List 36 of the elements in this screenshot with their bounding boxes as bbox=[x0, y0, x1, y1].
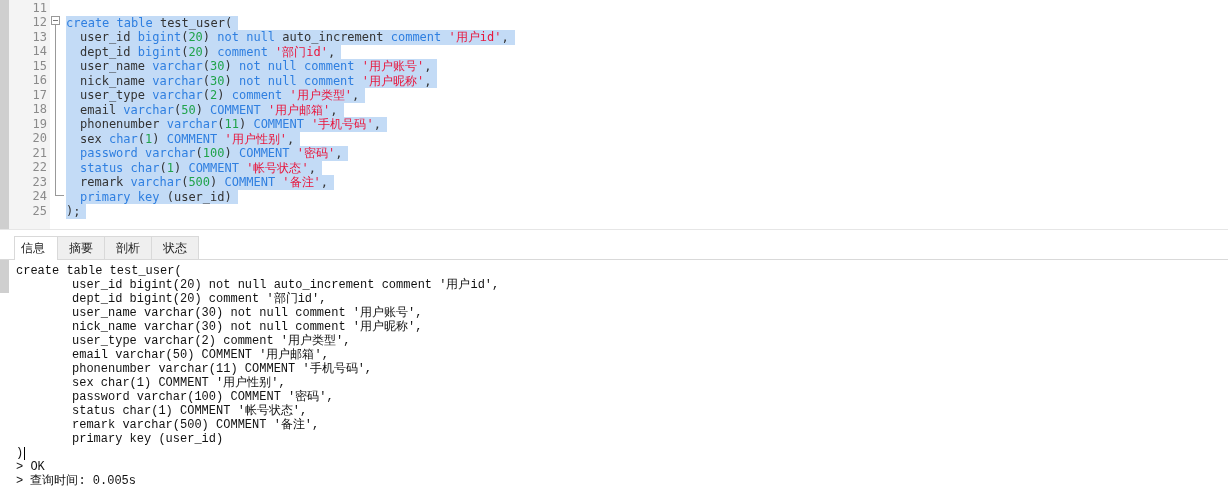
output-line: user_name varchar(30) not null comment '用户账号', bbox=[72, 306, 423, 320]
output-line: remark varchar(500) COMMENT '备注', bbox=[72, 418, 320, 432]
output-line: status char(1) COMMENT '帐号状态', bbox=[72, 404, 308, 418]
output-line: nick_name varchar(30) not null comment '用户昵称', bbox=[72, 320, 423, 334]
output-line: > OK bbox=[16, 460, 45, 474]
line-number: 21 bbox=[31, 145, 47, 161]
output-line: create table test_user( bbox=[16, 264, 182, 278]
line-number: 15 bbox=[31, 58, 47, 74]
line-number: 11 bbox=[31, 0, 47, 16]
output-line: dept_id bigint(20) comment '部门id', bbox=[72, 292, 327, 306]
line-number: 19 bbox=[31, 116, 47, 132]
line-number: 13 bbox=[31, 29, 47, 45]
output-line: password varchar(100) COMMENT '密码', bbox=[72, 390, 334, 404]
output-line: sex char(1) COMMENT '用户性别', bbox=[72, 376, 286, 390]
line-number: 16 bbox=[31, 73, 47, 89]
tab[interactable]: 剖析 bbox=[104, 236, 152, 259]
line-number: 18 bbox=[31, 102, 47, 118]
line-number: 23 bbox=[31, 174, 47, 190]
output-line: ) bbox=[16, 446, 24, 460]
output-line: email varchar(50) COMMENT '用户邮箱', bbox=[72, 348, 329, 362]
line-number: 22 bbox=[31, 160, 47, 176]
output-line: user_type varchar(2) comment '用户类型', bbox=[72, 334, 351, 348]
scrollbar-thumb[interactable] bbox=[0, 260, 9, 293]
line-number: 17 bbox=[31, 87, 47, 103]
line-number: 14 bbox=[31, 44, 47, 60]
tab[interactable]: 状态 bbox=[151, 236, 199, 259]
line-number: 24 bbox=[31, 189, 47, 205]
tab[interactable]: 信息 bbox=[14, 236, 58, 260]
output-line: user_id bigint(20) not null auto_increment comment '用户id', bbox=[72, 278, 500, 292]
line-number: 25 bbox=[31, 203, 47, 219]
output-line: > 查询时间: 0.005s bbox=[16, 474, 136, 488]
line-number: 20 bbox=[31, 131, 47, 147]
output-line: phonenumber varchar(11) COMMENT '手机号码', bbox=[72, 362, 373, 376]
output-line: primary key (user_id) bbox=[72, 432, 224, 446]
tab[interactable]: 摘要 bbox=[57, 236, 105, 259]
line-number: 12 bbox=[31, 15, 47, 31]
